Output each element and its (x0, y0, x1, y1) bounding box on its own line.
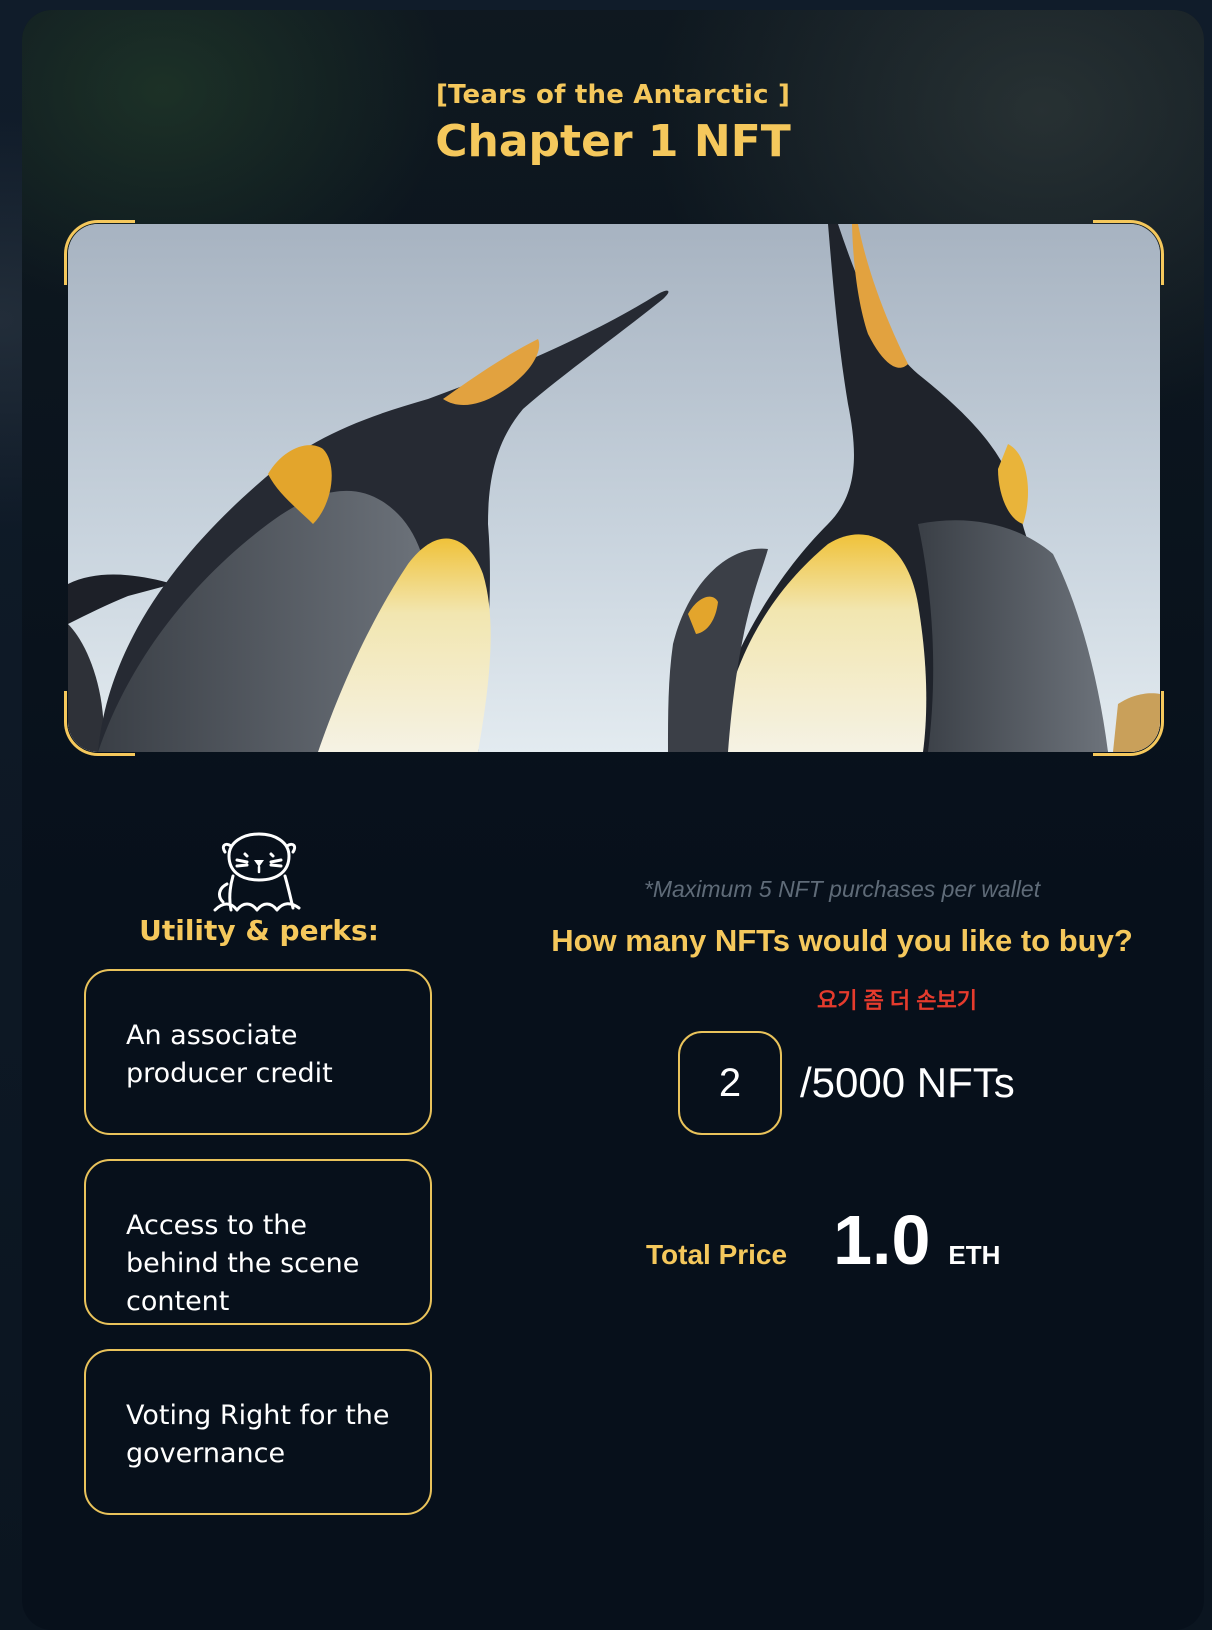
nft-mint-card: [Tears of the Antarctic ] Chapter 1 NFT (22, 10, 1204, 1630)
perks-list: An associate producer credit Access to t… (84, 969, 434, 1515)
total-price-label: Total Price (646, 1239, 788, 1270)
total-price-unit: ETH (948, 1240, 1001, 1270)
hero-image-frame (64, 220, 1164, 756)
purchase-question: How many NFTs would you like to buy? (551, 923, 1133, 958)
frame-corner-bottom-left (64, 691, 135, 756)
penguins-illustration (68, 224, 1160, 752)
hero-image (68, 224, 1160, 752)
frame-corner-top-left (64, 220, 135, 285)
quantity-row: /5000 NFTs (678, 1030, 1015, 1136)
page-title: Chapter 1 NFT (435, 116, 791, 167)
purchase-section: *Maximum 5 NFT purchases per wallet How … (502, 876, 1182, 1279)
collection-subtitle: [Tears of the Antarctic ] (435, 80, 791, 110)
perk-card-voting-right: Voting Right for the governance (84, 1349, 432, 1515)
perks-section: Utility & perks: An associate producer c… (84, 830, 434, 1515)
perks-title: Utility & perks: (139, 914, 379, 947)
review-note: 요기 좀 더 손보기 (816, 988, 978, 1013)
total-price-row: Total Price 1.0 ETH (646, 1200, 1000, 1280)
total-price-value: 1.0 (833, 1201, 931, 1279)
purchase-limit-note: *Maximum 5 NFT purchases per wallet (643, 876, 1041, 902)
perk-card-behind-scenes: Access to the behind the scene content (84, 1159, 432, 1325)
seal-mascot-icon (213, 832, 301, 912)
quantity-input[interactable] (678, 1031, 782, 1135)
header: [Tears of the Antarctic ] Chapter 1 NFT (22, 80, 1204, 167)
frame-corner-bottom-right (1093, 691, 1164, 756)
perk-card-producer-credit: An associate producer credit (84, 969, 432, 1135)
frame-corner-top-right (1093, 220, 1164, 285)
supply-label: /5000 NFTs (800, 1059, 1015, 1106)
